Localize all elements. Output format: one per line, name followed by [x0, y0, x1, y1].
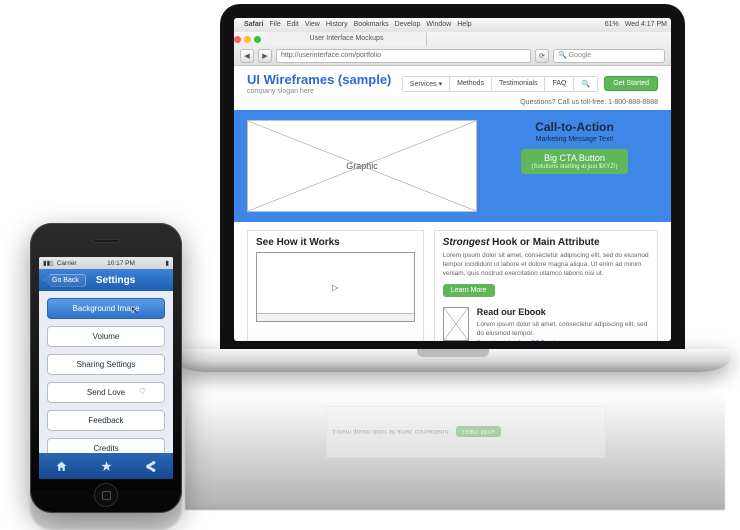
- close-window-icon[interactable]: [234, 36, 241, 43]
- nav-item-testimonials[interactable]: Testimonials: [491, 76, 546, 92]
- menubar-battery: 61%: [605, 18, 619, 32]
- call-us-note: Questions? Call us toll-free: 1-800-888-…: [234, 99, 671, 110]
- page-reflection-card: Lorem ipsum dolor sit amet, consectetur.…: [326, 406, 606, 458]
- nav-item-methods[interactable]: Methods: [449, 76, 492, 92]
- nav-item-search[interactable]: 🔍: [573, 76, 598, 92]
- nav-forward-button[interactable]: ▶: [258, 49, 272, 63]
- hero-section: Graphic Call-to-Action Marketing Message…: [234, 110, 671, 222]
- ebook-body-text: Lorem ipsum dolor sit amet, consectetur …: [477, 321, 649, 339]
- address-bar[interactable]: http://userinterface.com/portfolio: [276, 49, 531, 63]
- how-it-works-heading: See How it Works: [256, 237, 415, 248]
- home-button[interactable]: [94, 483, 118, 507]
- browser-tab[interactable]: User Interface Mockups: [267, 32, 427, 46]
- learn-more-button[interactable]: Learn More: [443, 284, 495, 297]
- play-icon[interactable]: ▷: [332, 283, 338, 292]
- settings-item-sharing-settings[interactable]: Sharing Settings: [47, 354, 165, 375]
- zoom-window-icon[interactable]: [254, 36, 261, 43]
- window-traffic-lights[interactable]: [234, 36, 261, 43]
- hook-card: Strongest Hook or Main Attribute Lorem i…: [434, 230, 658, 341]
- settings-item-volume[interactable]: Volume: [47, 326, 165, 347]
- ebook-download-link[interactable]: Download the free PDF today: [477, 340, 649, 341]
- status-clock: 10:17 PM: [77, 260, 166, 267]
- iphone-device-frame: ▮▮▯ Carrier 10:17 PM ▮ Go Back Settings …: [30, 223, 182, 513]
- macbook-lid: Safari File Edit View History Bookmarks …: [220, 4, 685, 349]
- share-icon: [144, 460, 157, 473]
- go-back-button[interactable]: Go Back: [43, 274, 86, 287]
- carrier-label: Carrier: [57, 260, 77, 267]
- video-controls[interactable]: [257, 313, 414, 321]
- site-brand[interactable]: UI Wireframes (sample): [247, 72, 391, 87]
- settings-item-send-love[interactable]: Send Love ♡: [47, 382, 165, 403]
- home-icon: [55, 460, 68, 473]
- menubar-item-history[interactable]: History: [326, 18, 348, 32]
- tab-favorites[interactable]: [84, 453, 129, 479]
- get-started-button[interactable]: Get Started: [604, 76, 658, 91]
- earpiece: [93, 239, 119, 243]
- heart-icon: ♡: [139, 387, 146, 396]
- iphone-screen: ▮▮▯ Carrier 10:17 PM ▮ Go Back Settings …: [39, 257, 173, 479]
- ios-tab-bar: [39, 453, 173, 479]
- minimize-window-icon[interactable]: [244, 36, 251, 43]
- ebook-row: Read our Ebook Lorem ipsum dolor sit ame…: [443, 307, 649, 341]
- menubar-item-file[interactable]: File: [269, 18, 280, 32]
- content-columns: See How it Works ▷ Strongest Hook or Mai…: [234, 222, 671, 341]
- menubar-item-view[interactable]: View: [305, 18, 320, 32]
- ios-status-bar: ▮▮▯ Carrier 10:17 PM ▮: [39, 257, 173, 269]
- wireframe-page: UI Wireframes (sample) company slogan he…: [234, 66, 671, 341]
- menubar-clock: Wed 4:17 PM: [625, 18, 667, 32]
- settings-item-background-image[interactable]: Background Image ↖: [47, 298, 165, 319]
- home-square-icon: [102, 491, 111, 500]
- ios-nav-bar: Go Back Settings: [39, 269, 173, 291]
- site-slogan: company slogan here: [247, 88, 391, 95]
- safari-browser-chrome: User Interface Mockups ◀ ▶ http://userin…: [234, 32, 671, 66]
- video-placeholder[interactable]: ▷: [256, 252, 415, 322]
- graphic-label: Graphic: [346, 161, 378, 171]
- hero-graphic-placeholder: Graphic: [247, 120, 477, 212]
- ebook-heading: Read our Ebook: [477, 307, 649, 317]
- menubar-item-develop[interactable]: Develop: [395, 18, 421, 32]
- macbook-notch: [417, 349, 489, 357]
- cta-subheading: Marketing Message Text!: [491, 136, 658, 143]
- menubar-app-name[interactable]: Safari: [244, 18, 263, 32]
- battery-icon: ▮: [165, 259, 169, 267]
- how-it-works-card: See How it Works ▷: [247, 230, 424, 341]
- macbook-device-frame: Safari File Edit View History Bookmarks …: [175, 4, 730, 404]
- reload-button[interactable]: ⟳: [535, 49, 549, 63]
- settings-item-feedback[interactable]: Feedback: [47, 410, 165, 431]
- browser-search-field[interactable]: 🔍 Google: [553, 49, 665, 63]
- primary-nav: Services ▾ Methods Testimonials FAQ 🔍: [403, 76, 598, 92]
- macos-menubar: Safari File Edit View History Bookmarks …: [234, 18, 671, 32]
- hero-cta: Call-to-Action Marketing Message Text! B…: [491, 120, 658, 212]
- phone-number[interactable]: 1-800-888-8888: [608, 99, 658, 106]
- star-icon: [100, 460, 113, 473]
- hook-body: Lorem ipsum dolor sit amet, consectetur …: [443, 252, 649, 278]
- menubar-item-bookmarks[interactable]: Bookmarks: [354, 18, 389, 32]
- menubar-item-edit[interactable]: Edit: [287, 18, 299, 32]
- signal-bars-icon: ▮▮▯: [43, 259, 54, 267]
- menubar-item-help[interactable]: Help: [457, 18, 471, 32]
- macbook-screen: Safari File Edit View History Bookmarks …: [234, 18, 671, 341]
- big-cta-button[interactable]: Big CTA Button (Solutions starting at ju…: [521, 149, 627, 174]
- hook-heading: Strongest Hook or Main Attribute: [443, 237, 649, 248]
- nav-title: Settings: [96, 275, 135, 286]
- nav-item-services[interactable]: Services ▾: [402, 76, 450, 92]
- page-header: UI Wireframes (sample) company slogan he…: [234, 66, 671, 99]
- nav-back-button[interactable]: ◀: [240, 49, 254, 63]
- tab-share[interactable]: [128, 453, 173, 479]
- cta-heading: Call-to-Action: [491, 120, 658, 134]
- nav-item-faq[interactable]: FAQ: [544, 76, 574, 92]
- settings-list: Background Image ↖ Volume Sharing Settin…: [39, 291, 173, 459]
- menubar-item-window[interactable]: Window: [426, 18, 451, 32]
- ebook-thumbnail-placeholder: [443, 307, 469, 341]
- macbook-base: [175, 349, 730, 372]
- tab-home[interactable]: [39, 453, 84, 479]
